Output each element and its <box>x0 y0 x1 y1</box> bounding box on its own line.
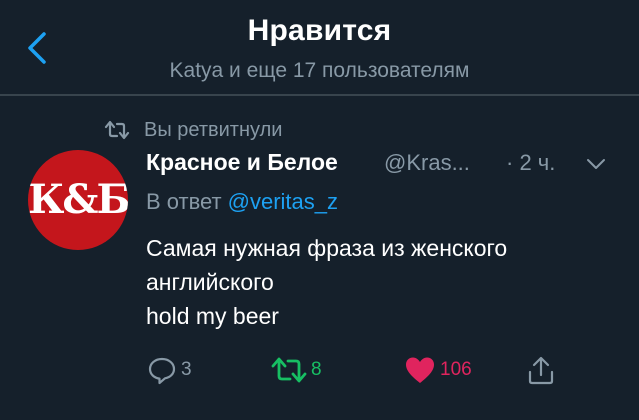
author-handle[interactable]: @Kras... <box>384 150 470 176</box>
like-count: 106 <box>440 359 472 380</box>
reply-to: В ответ @veritas_z <box>146 189 338 215</box>
header: Нравится Katya и еще 17 пользователям <box>0 0 639 94</box>
retweet-icon <box>271 357 307 383</box>
reply-icon <box>148 357 176 385</box>
share-button[interactable] <box>526 350 556 390</box>
reply-to-mention[interactable]: @veritas_z <box>228 189 338 214</box>
header-divider <box>0 94 639 96</box>
retweet-icon <box>104 120 130 140</box>
reply-button[interactable]: 3 <box>146 350 192 390</box>
retweet-count: 8 <box>311 359 322 380</box>
tweet-text-line: Самая нужная фраза из женского <box>146 235 508 261</box>
tweet-text-line: hold my beer <box>146 303 279 329</box>
reply-count: 3 <box>181 359 192 380</box>
tweet-text-line: английского <box>146 269 274 295</box>
heart-icon <box>406 357 434 383</box>
like-button[interactable]: 106 <box>404 350 472 390</box>
retweet-button[interactable]: 8 <box>270 350 322 390</box>
page-subtitle: Katya и еще 17 пользователям <box>169 59 470 82</box>
retweet-notice-label: Вы ретвитнули <box>144 118 283 141</box>
tweet-actions: 3 8 106 <box>146 350 606 390</box>
avatar[interactable]: К&Б <box>28 150 128 250</box>
chevron-down-icon[interactable] <box>586 157 606 171</box>
retweet-notice: Вы ретвитнули <box>104 116 282 144</box>
avatar-logo: К&Б <box>28 176 128 223</box>
author-name[interactable]: Красное и Белое <box>146 149 338 176</box>
tweet-header: Красное и Белое @Kras... · 2 ч. <box>146 149 616 181</box>
share-icon <box>528 356 554 385</box>
reply-to-label: В ответ <box>146 189 222 214</box>
page-title: Нравится <box>247 14 392 47</box>
tweet-time[interactable]: · 2 ч. <box>506 150 555 176</box>
tweet-text: Самая нужная фраза из женского английско… <box>146 231 626 333</box>
